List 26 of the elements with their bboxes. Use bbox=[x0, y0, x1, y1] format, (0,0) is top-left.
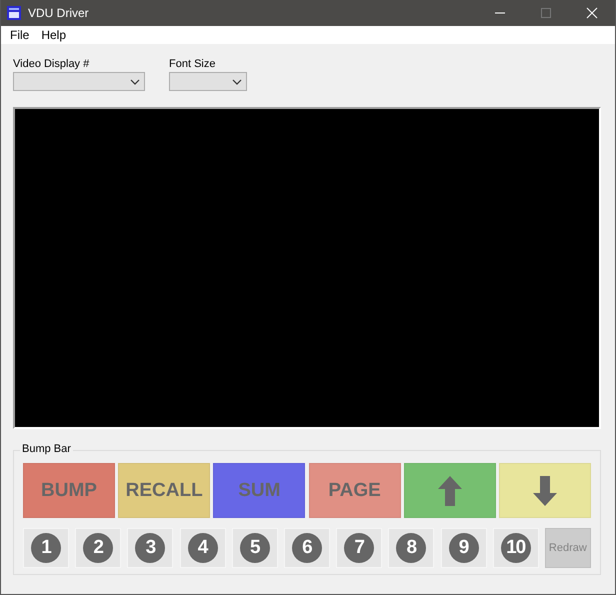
dropdown[interactable] bbox=[13, 72, 145, 91]
number-key[interactable]: 5 bbox=[232, 528, 278, 568]
menu-item[interactable]: File bbox=[4, 28, 36, 42]
number-key[interactable]: 6 bbox=[284, 528, 330, 568]
number-key[interactable]: 1 bbox=[23, 528, 69, 568]
menu-item[interactable]: Help bbox=[35, 28, 72, 42]
number-key[interactable]: 4 bbox=[180, 528, 226, 568]
number-key[interactable]: 8 bbox=[388, 528, 434, 568]
bump-button[interactable]: RECALL bbox=[118, 463, 210, 518]
dropdown[interactable] bbox=[169, 72, 247, 91]
group-title: Bump Bar bbox=[20, 443, 73, 455]
number-key[interactable]: 7 bbox=[336, 528, 382, 568]
down-button[interactable] bbox=[498, 463, 591, 518]
down-arrow-icon bbox=[532, 476, 557, 506]
number-key[interactable]: 3 bbox=[127, 528, 174, 568]
up-arrow-icon bbox=[438, 476, 462, 506]
up-button[interactable] bbox=[404, 463, 496, 518]
number-key[interactable]: 9 bbox=[440, 528, 486, 568]
number-key[interactable]: 10 bbox=[492, 528, 539, 568]
number-key[interactable]: 2 bbox=[75, 528, 122, 568]
app-icon bbox=[6, 5, 22, 21]
caret-icon bbox=[130, 78, 140, 84]
field-label: Font Size bbox=[169, 58, 216, 70]
caret-icon bbox=[232, 78, 242, 84]
field-label: Video Display # bbox=[13, 58, 90, 70]
window-title: VDU Driver bbox=[28, 6, 89, 20]
